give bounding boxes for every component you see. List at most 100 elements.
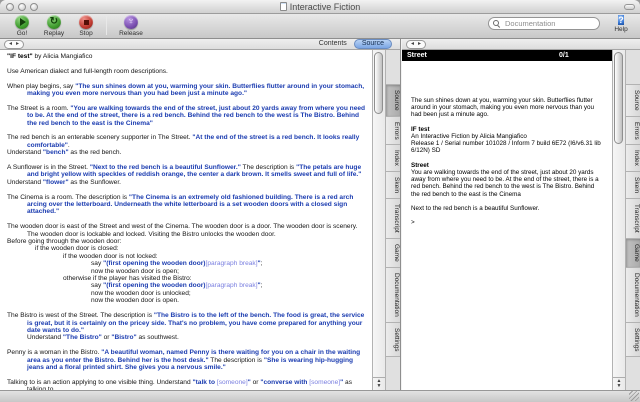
- bottom-bar: [0, 390, 640, 402]
- source-line: [0, 371, 369, 378]
- source-editor[interactable]: "IF test" by Alicia Mangiafico Use Americ…: [0, 50, 374, 390]
- source-line: The Cinema is a room. The description is…: [7, 193, 354, 216]
- forward-button[interactable]: ▸: [16, 40, 19, 48]
- source-line: [0, 97, 369, 104]
- resize-grip[interactable]: [629, 391, 639, 401]
- toolbar: Go! ↻ Replay Stop ♆ Release ? Help: [0, 14, 640, 39]
- side-tab-source[interactable]: Source: [386, 84, 400, 116]
- source-scrollbar: ▲ ▼: [373, 50, 386, 390]
- source-line: [0, 342, 369, 349]
- side-tab-documentation[interactable]: Documentation: [386, 266, 400, 322]
- game-line: You are walking towards the end of the s…: [411, 169, 599, 198]
- source-line: [0, 75, 369, 82]
- command-prompt[interactable]: >: [411, 219, 604, 226]
- document-icon: [279, 2, 287, 11]
- game-panel-header: ◂ ▸: [402, 39, 640, 50]
- game-line: [411, 212, 604, 219]
- back-button[interactable]: ◂: [9, 40, 12, 48]
- main-area: ◂ ▸ Contents Source "IF test" by Alicia …: [0, 39, 640, 390]
- help-button[interactable]: ? Help: [608, 15, 634, 33]
- replay-button[interactable]: ↻ Replay: [38, 15, 70, 37]
- source-line: Penny is a woman in the Bistro. "A beaut…: [7, 349, 361, 371]
- side-tab-errors[interactable]: Errors: [626, 115, 640, 145]
- source-line: The wooden door is east of the Street an…: [7, 223, 358, 238]
- source-line: Understand "bench" as the red bench.: [7, 149, 122, 157]
- scrollbar-thumb[interactable]: [374, 52, 384, 114]
- source-line: if the wooden door is not locked:: [63, 252, 158, 260]
- go-button[interactable]: Go!: [6, 15, 38, 37]
- game-line: Street: [411, 161, 429, 169]
- minimize-button[interactable]: [18, 3, 26, 11]
- replay-icon: ↻: [47, 15, 61, 29]
- source-line: The Street is a room. "You are walking t…: [7, 104, 366, 127]
- scrollbar-arrows[interactable]: ▲ ▼: [613, 377, 625, 389]
- game-panel: ◂ ▸ Street 0/1 The sun shines down at yo…: [401, 39, 640, 390]
- source-panel: ◂ ▸ Contents Source "IF test" by Alicia …: [0, 39, 401, 390]
- source-line: now the wooden door is unlocked;: [91, 289, 191, 297]
- forward-button[interactable]: ▸: [418, 40, 421, 48]
- source-line: A Sunflower is in the Street. "Next to t…: [7, 164, 362, 179]
- status-bar: Street 0/1: [402, 50, 613, 61]
- source-line: now the wooden door is open;: [91, 267, 179, 275]
- side-tab-skein[interactable]: Skein: [626, 171, 640, 199]
- side-tab-source[interactable]: Source: [626, 84, 640, 116]
- status-score: 0/1: [559, 52, 569, 59]
- source-line: [0, 305, 369, 312]
- window: Interactive Fiction Go! ↻ Replay Stop ♆ …: [0, 0, 640, 402]
- toolbar-divider: [106, 16, 107, 35]
- scrollbar-arrows[interactable]: ▲ ▼: [373, 377, 385, 389]
- source-line: The Bistro is west of the Street. The de…: [7, 312, 365, 334]
- game-line: The sun shines down at you, warming your…: [411, 97, 595, 119]
- game-output[interactable]: The sun shines down at you, warming your…: [402, 61, 612, 390]
- side-tab-index[interactable]: Index: [626, 144, 640, 172]
- source-line: [0, 127, 369, 134]
- stop-button[interactable]: Stop: [70, 15, 102, 37]
- source-line: say "(first opening the wooden door)[par…: [91, 282, 263, 290]
- tab-source[interactable]: Source: [353, 39, 392, 49]
- side-tab-transcript[interactable]: Transcript: [386, 198, 400, 239]
- source-line: [0, 157, 369, 164]
- side-tab-index[interactable]: Index: [386, 144, 400, 172]
- status-room: Street: [407, 52, 427, 59]
- side-tab-settings[interactable]: Settings: [386, 321, 400, 358]
- game-line: [411, 155, 604, 162]
- nav-arrows: ◂ ▸: [406, 39, 427, 49]
- close-button[interactable]: [6, 3, 14, 11]
- window-controls: [6, 3, 38, 11]
- source-line: otherwise if the player has visited the …: [63, 275, 192, 283]
- source-line: now the wooden door is open.: [91, 297, 179, 305]
- documentation-search-input[interactable]: [503, 18, 595, 29]
- source-line: Understand "The Bistro" or "Bistro" as s…: [27, 334, 179, 342]
- window-title: Interactive Fiction: [279, 1, 361, 12]
- side-tab-documentation[interactable]: Documentation: [626, 266, 640, 322]
- release-button[interactable]: ♆ Release: [115, 15, 147, 37]
- documentation-search-field[interactable]: [488, 17, 600, 30]
- side-tab-skein[interactable]: Skein: [386, 171, 400, 199]
- source-line: [0, 186, 369, 193]
- source-line: [0, 60, 369, 67]
- help-icon: ?: [618, 15, 624, 25]
- source-line: Understand "flower" as the Sunflower.: [7, 178, 122, 186]
- left-side-tabstrip: Source Errors Index Skein Transcript Game Docu…: [386, 50, 400, 390]
- source-line: say "(first opening the wooden door)[par…: [91, 260, 263, 268]
- source-line: When play begins, say "The sun shines do…: [7, 82, 365, 97]
- source-line: Use American dialect and full-length roo…: [7, 67, 168, 75]
- back-button[interactable]: ◂: [411, 40, 414, 48]
- game-line: [411, 119, 604, 126]
- toolbar-toggle-pill[interactable]: [624, 4, 635, 10]
- tab-contents[interactable]: Contents: [312, 39, 354, 49]
- game-line: Release 1 / Serial number 101028 / Infor…: [411, 140, 601, 155]
- window-title-text: Interactive Fiction: [289, 1, 361, 12]
- side-tab-game[interactable]: Game: [386, 238, 400, 267]
- side-tab-settings[interactable]: Settings: [626, 321, 640, 358]
- title-bar: Interactive Fiction: [0, 0, 640, 14]
- side-tab-game[interactable]: Game: [626, 238, 640, 267]
- source-line: if the wooden door is closed:: [35, 245, 119, 253]
- side-tab-transcript[interactable]: Transcript: [626, 198, 640, 239]
- game-line: [411, 198, 604, 205]
- source-panel-header: ◂ ▸ Contents Source: [0, 39, 400, 50]
- scrollbar-thumb[interactable]: [614, 52, 624, 144]
- zoom-button[interactable]: [30, 3, 38, 11]
- side-tab-errors[interactable]: Errors: [386, 115, 400, 145]
- go-icon: [15, 15, 29, 29]
